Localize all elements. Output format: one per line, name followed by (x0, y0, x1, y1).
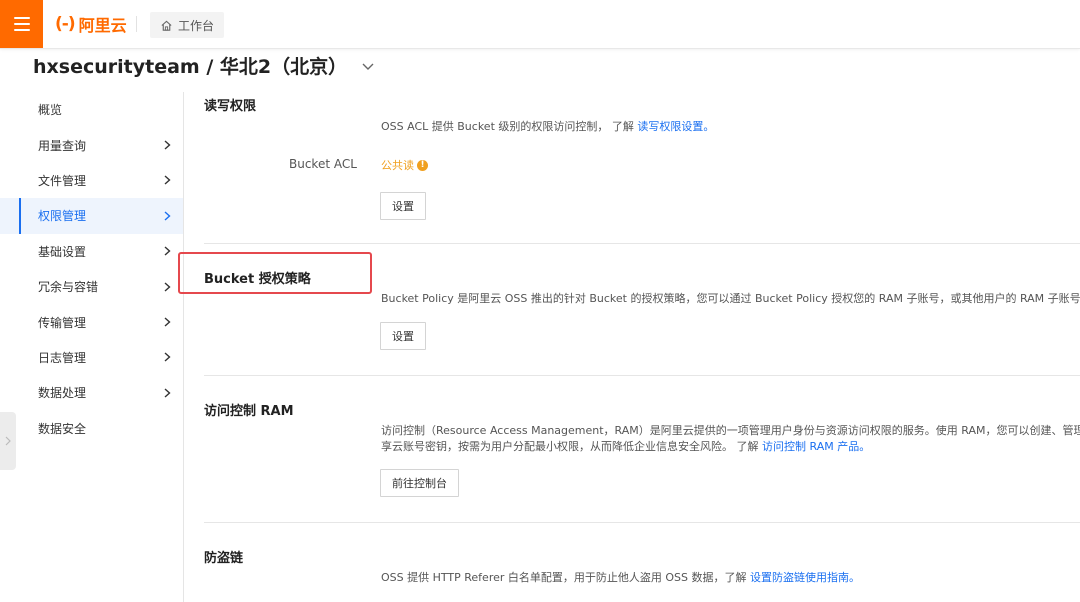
bucket-acl-value-text: 公共读 (381, 159, 414, 172)
top-bar: (-) 阿里云 工作台 (0, 0, 1080, 49)
ram-product-link[interactable]: 访问控制 RAM 产品。 (762, 440, 870, 453)
workbench-button[interactable]: 工作台 (150, 12, 225, 38)
chevron-right-icon (164, 175, 171, 185)
hotlink-guide-link[interactable]: 设置防盗链使用指南。 (750, 571, 860, 584)
chevron-right-icon (164, 211, 171, 221)
section-divider (204, 243, 1080, 244)
bucket-policy-description: Bucket Policy 是阿里云 OSS 推出的针对 Bucket 的授权策… (381, 292, 1080, 305)
bucket-acl-label: Bucket ACL (289, 157, 357, 171)
sidebar-nav: 概览 用量查询 文件管理 权限管理 基础设置 冗余与容错 传输管理 日志管理 数… (0, 92, 184, 602)
sidebar-item-permissions[interactable]: 权限管理 (0, 198, 183, 234)
chevron-right-icon (164, 352, 171, 362)
bucket-acl-value: 公共读 ! (381, 157, 428, 173)
warning-circle-icon[interactable]: ! (417, 159, 428, 171)
highlight-annotation-box (178, 252, 372, 294)
section-divider (204, 522, 1080, 523)
sidebar-item-redundancy[interactable]: 冗余与容错 (0, 269, 183, 304)
topbar-divider (136, 16, 137, 32)
chevron-right-icon (164, 140, 171, 150)
sidebar-item-basic-settings[interactable]: 基础设置 (0, 234, 183, 269)
rw-acl-help-link[interactable]: 读写权限设置。 (637, 120, 714, 133)
hotlink-desc-text: OSS 提供 HTTP Referer 白名单配置，用于防止他人盗用 OSS 数… (381, 571, 747, 584)
sidebar-item-label: 日志管理 (38, 350, 87, 365)
sidebar-item-label: 用量查询 (38, 138, 87, 153)
sidebar-item-label: 传输管理 (38, 315, 87, 330)
home-icon (161, 20, 172, 31)
chevron-right-icon (164, 388, 171, 398)
hotlink-description: OSS 提供 HTTP Referer 白名单配置，用于防止他人盗用 OSS 数… (381, 570, 860, 586)
section-title-hotlink: 防盗链 (204, 551, 244, 566)
chevron-right-icon (164, 317, 171, 327)
bucket-region-selector[interactable]: hxsecurityteam / 华北2（北京） (33, 52, 375, 79)
sidebar-item-label: 数据安全 (38, 421, 87, 436)
ram-description-line1: 访问控制（Resource Access Management，RAM）是阿里云… (381, 424, 1080, 437)
section-title-ram: 访问控制 RAM (204, 404, 294, 419)
section-title-rw-acl: 读写权限 (204, 99, 257, 114)
sidebar-item-label: 基础设置 (38, 244, 87, 259)
chevron-down-icon (362, 63, 374, 70)
ram-console-button[interactable]: 前往控制台 (380, 469, 459, 497)
aliyun-logo-mark: (-) (55, 14, 76, 34)
section-divider (204, 375, 1080, 376)
sidebar-item-logs[interactable]: 日志管理 (0, 340, 183, 375)
sidebar-item-transfer[interactable]: 传输管理 (0, 304, 183, 339)
sidebar-item-label: 概览 (38, 103, 63, 118)
sidebar-item-overview[interactable]: 概览 (0, 92, 183, 127)
chevron-right-icon (164, 246, 171, 256)
sidebar-item-files[interactable]: 文件管理 (0, 163, 183, 198)
bucket-policy-settings-button[interactable]: 设置 (380, 322, 426, 350)
sidebar-item-label: 文件管理 (38, 173, 87, 188)
rw-acl-description: OSS ACL 提供 Bucket 级别的权限访问控制， 了解 读写权限设置。 (381, 119, 714, 135)
aliyun-logo-text: 阿里云 (78, 16, 127, 35)
ram-desc-text: 享云账号密钥，按需为用户分配最小权限，从而降低企业信息安全风险。 了解 (381, 440, 759, 453)
rw-acl-settings-button[interactable]: 设置 (380, 192, 426, 220)
sidebar-item-data-security[interactable]: 数据安全 (0, 411, 183, 446)
sidebar-item-data-processing[interactable]: 数据处理 (0, 375, 183, 410)
page-title: hxsecurityteam / 华北2（北京） (33, 56, 348, 78)
sidebar-expand-tab[interactable] (0, 412, 16, 470)
sidebar-item-usage[interactable]: 用量查询 (0, 127, 183, 162)
workbench-label: 工作台 (178, 18, 215, 33)
aliyun-logo[interactable]: (-) 阿里云 (55, 14, 127, 35)
hamburger-icon (13, 17, 30, 19)
sidebar-item-label: 冗余与容错 (38, 280, 99, 295)
chevron-right-icon (5, 436, 11, 446)
sidebar-item-label: 数据处理 (38, 386, 87, 401)
chevron-right-icon (164, 282, 171, 292)
hamburger-menu-button[interactable] (0, 0, 43, 48)
rw-acl-desc-text: OSS ACL 提供 Bucket 级别的权限访问控制， 了解 (381, 120, 634, 133)
sidebar-item-label: 权限管理 (38, 209, 87, 224)
ram-description-line2: 享云账号密钥，按需为用户分配最小权限，从而降低企业信息安全风险。 了解 访问控制… (381, 439, 870, 455)
